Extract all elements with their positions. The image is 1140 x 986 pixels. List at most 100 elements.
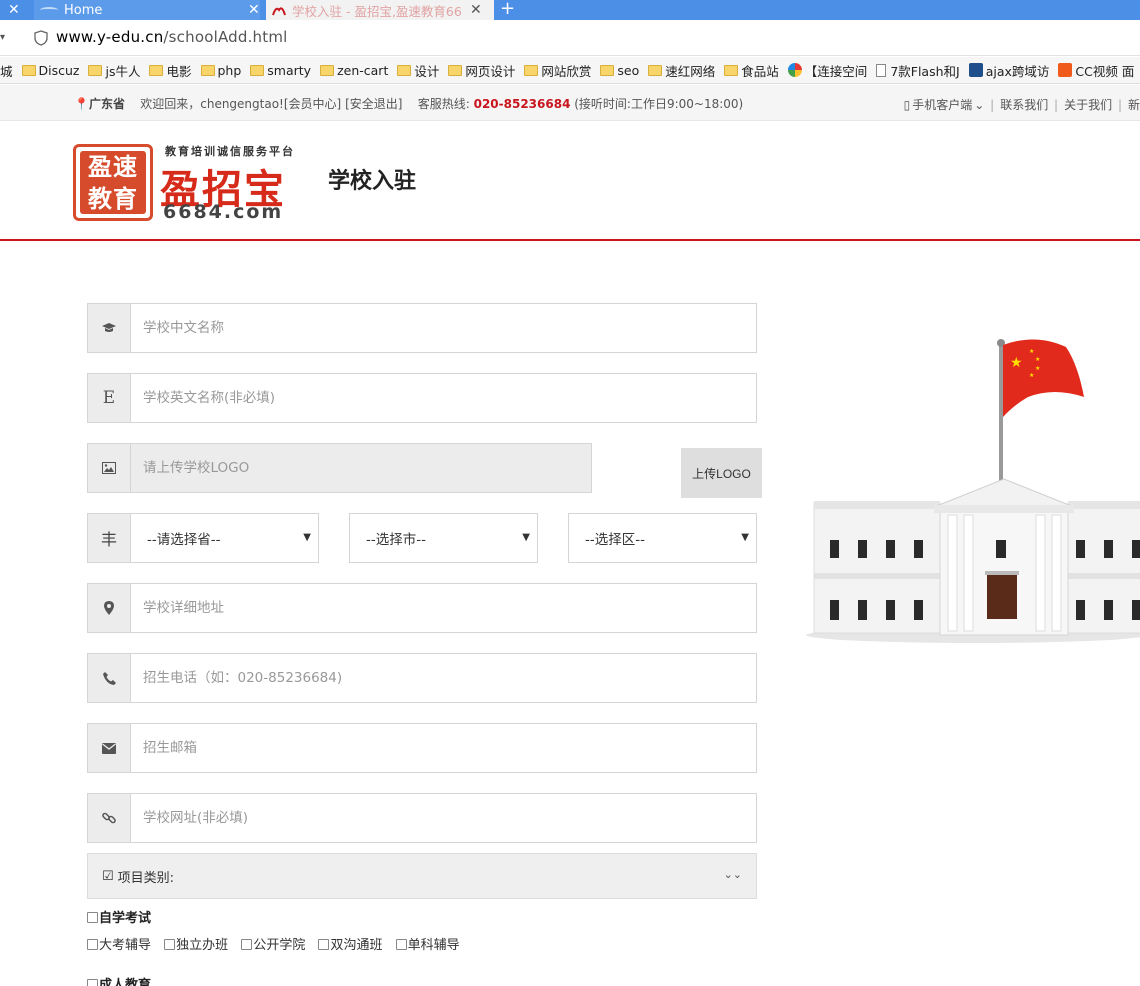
address-input[interactable] <box>131 584 756 632</box>
hotline-hours: (接听时间:工作日9:00~18:00) <box>574 97 744 111</box>
graduation-cap-icon <box>88 304 131 352</box>
svg-text:★: ★ <box>1010 355 1023 371</box>
close-icon[interactable]: ✕ <box>8 2 20 18</box>
close-icon[interactable]: ✕ <box>248 2 260 18</box>
bookmark-item[interactable]: ajax跨域访 <box>968 61 1049 80</box>
email-field <box>87 723 757 773</box>
folder-icon <box>200 64 215 76</box>
bookmark-item[interactable]: seo <box>600 63 639 78</box>
self-study-options: 大考辅导 独立办班 公开学院 双沟通班 单科辅导 <box>87 934 469 953</box>
colorful-site-icon <box>787 63 802 77</box>
option-item[interactable]: 公开学院 <box>241 938 305 953</box>
folder-icon <box>21 64 36 76</box>
location-pin-icon: 📍 <box>74 97 89 111</box>
option-item[interactable]: 单科辅导 <box>395 938 460 953</box>
upload-logo-button[interactable]: 上传LOGO <box>681 448 762 498</box>
envelope-icon <box>88 724 131 772</box>
category-dropdown[interactable]: ☑ 项目类别: ⌄⌄ <box>87 853 757 899</box>
chevron-down-icon: ⌄ <box>974 98 985 112</box>
tab-school-add[interactable]: 学校入驻 - 盈招宝,盈速教育6684 ✕ <box>266 0 494 20</box>
city-select[interactable]: --选择市-- ▼ <box>349 513 538 563</box>
page-title: 学校入驻 <box>328 169 417 194</box>
chevron-down-icon[interactable]: ▾ <box>0 32 5 43</box>
school-name-en-field: E <box>87 373 757 423</box>
bookmark-item[interactable]: CC视频 面 <box>1058 61 1134 80</box>
school-name-cn-field <box>87 303 757 353</box>
member-center-link[interactable]: [会员中心] <box>284 97 341 111</box>
bookmark-item[interactable]: 7款Flash和J <box>876 61 960 80</box>
folder-icon <box>88 64 103 76</box>
location-text[interactable]: 广东省 <box>89 97 125 111</box>
bookmark-item[interactable]: js牛人 <box>88 61 140 80</box>
option-item[interactable]: 双沟通班 <box>318 938 382 953</box>
mobile-client-link[interactable]: 手机客户端 <box>912 98 972 112</box>
checkbox-checked-icon: ☑ <box>102 868 114 884</box>
map-marker-icon <box>88 584 131 632</box>
brand-domain: 6684.com <box>163 201 284 223</box>
mobile-icon: ▯ <box>903 98 911 112</box>
caret-down-icon: ▼ <box>741 532 749 543</box>
map-cross-icon: 丰 <box>87 513 131 563</box>
site-favicon-icon <box>40 7 58 13</box>
bookmark-item[interactable]: 速红网络 <box>648 61 715 80</box>
address-bar[interactable]: ▾ www.y-edu.cn/schoolAdd.html <box>0 20 1140 56</box>
folder-icon <box>397 64 412 76</box>
svg-text:★: ★ <box>1029 348 1034 355</box>
hotline-label: 客服热线: <box>417 97 470 111</box>
bookmark-item[interactable]: Discuz <box>21 63 79 78</box>
option-item[interactable]: 独立办班 <box>164 938 228 953</box>
site-icon <box>968 63 983 77</box>
tab-home[interactable]: Home ✕ <box>34 0 260 20</box>
email-input[interactable] <box>131 724 756 772</box>
bookmark-item[interactable]: 网站欣赏 <box>524 61 591 80</box>
close-icon[interactable]: ✕ <box>470 2 482 18</box>
district-select[interactable]: --选择区-- ▼ <box>568 513 757 563</box>
group-checkbox[interactable] <box>87 979 98 986</box>
school-name-cn-input[interactable] <box>131 304 756 352</box>
province-select[interactable]: --请选择省-- ▼ <box>130 513 319 563</box>
address-field <box>87 583 757 633</box>
tab-previous[interactable]: ✕ <box>0 0 30 20</box>
bookmark-item[interactable]: 网页设计 <box>448 61 515 80</box>
bookmark-item[interactable]: 食品站 <box>724 61 779 80</box>
school-name-en-input[interactable] <box>131 374 756 422</box>
about-link[interactable]: 关于我们 <box>1064 98 1112 112</box>
group-adult-education: 成人教育 <box>87 974 151 986</box>
bookmark-item[interactable]: 【连接空间 <box>787 61 867 80</box>
new-tab-icon[interactable]: + <box>500 0 515 20</box>
logout-link[interactable]: [安全退出] <box>345 97 402 111</box>
caret-down-icon: ▼ <box>522 532 530 543</box>
region-select-row: 丰 --请选择省-- ▼ --选择市-- ▼ --选择区-- ▼ <box>87 513 757 563</box>
bookmark-item[interactable]: php <box>200 63 241 78</box>
bookmark-item[interactable]: 设计 <box>397 61 439 80</box>
bookmark-item[interactable]: 电影 <box>149 61 192 80</box>
document-icon <box>876 63 887 77</box>
group-checkbox[interactable] <box>87 912 98 923</box>
folder-icon <box>524 64 539 76</box>
folder-icon <box>320 64 335 76</box>
option-item[interactable]: 大考辅导 <box>87 938 151 953</box>
contact-link[interactable]: 联系我们 <box>1000 98 1048 112</box>
folder-icon <box>250 64 265 76</box>
svg-text:★: ★ <box>1035 356 1040 363</box>
brand-logo[interactable]: 盈速 教育 <box>73 144 153 221</box>
cc-video-icon <box>1058 63 1073 77</box>
school-logo-input[interactable] <box>131 444 591 492</box>
phone-input[interactable] <box>131 654 756 702</box>
bookmark-item[interactable]: 城 <box>0 61 13 80</box>
bookmark-item[interactable]: zen-cart <box>320 63 388 78</box>
link-icon <box>88 794 131 842</box>
website-input[interactable] <box>131 794 756 842</box>
folder-icon <box>448 64 463 76</box>
double-chevron-down-icon: ⌄⌄ <box>723 868 742 881</box>
site-header: 盈速 教育 教育培训诚信服务平台 盈招宝 6684.com 学校入驻 <box>0 121 1140 241</box>
welcome-text: 欢迎回来，chengengtao! <box>140 97 284 111</box>
bookmark-item[interactable]: smarty <box>250 63 311 78</box>
phone-field <box>87 653 757 703</box>
browser-tab-bar: ✕ Home ✕ 学校入驻 - 盈招宝,盈速教育6684 ✕ + <box>0 0 1140 20</box>
site-top-bar: 📍广东省 欢迎回来，chengengtao![会员中心] [安全退出] 客服热线… <box>0 85 1140 121</box>
more-link[interactable]: 新 <box>1128 98 1140 112</box>
folder-icon <box>724 64 739 76</box>
hotline-number: 020-85236684 <box>473 97 571 111</box>
url-text[interactable]: www.y-edu.cn/schoolAdd.html <box>56 28 288 46</box>
